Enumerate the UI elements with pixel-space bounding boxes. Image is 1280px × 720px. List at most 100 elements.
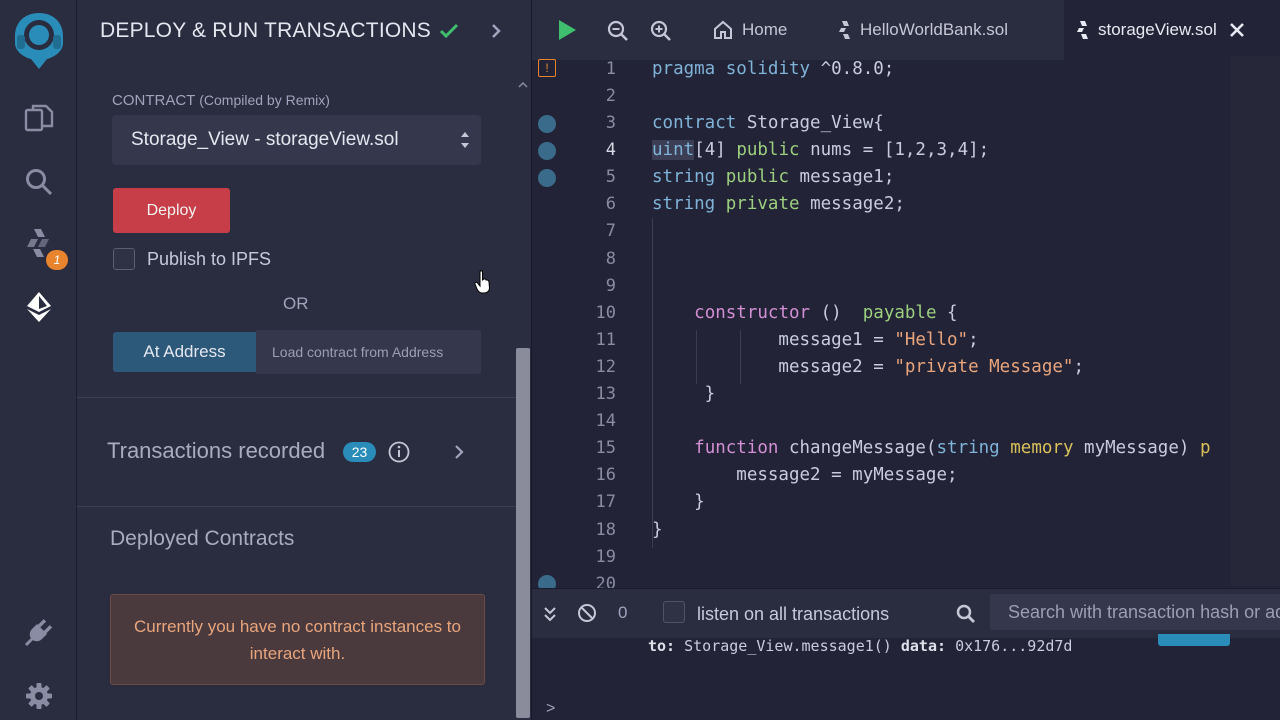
line-number: 16 [595, 465, 616, 485]
check-icon [439, 23, 459, 39]
line-number: 6 [605, 194, 616, 214]
line-number: 1 [605, 59, 616, 79]
contract-select[interactable]: Storage_View - storageView.sol [112, 115, 481, 165]
transactions-recorded-label[interactable]: Transactions recorded [107, 438, 325, 464]
code-line[interactable]: contract Storage_View{ [652, 113, 884, 133]
code-token: myMessage) [1084, 438, 1200, 458]
at-address-button[interactable]: At Address [113, 332, 256, 372]
code-token: } [652, 492, 705, 512]
code-token: p [1199, 438, 1211, 458]
deploy-button[interactable]: Deploy [113, 188, 230, 233]
publish-ipfs-checkbox[interactable] [113, 248, 135, 270]
chevron-right-icon[interactable] [453, 444, 465, 460]
collapse-terminal-icon[interactable] [543, 605, 557, 623]
minimap[interactable] [1231, 56, 1280, 586]
line-number: 2 [605, 86, 616, 106]
code-token: solidity [725, 59, 821, 79]
line-number: 13 [595, 384, 616, 404]
code-token: string [652, 194, 726, 214]
select-arrows-icon [461, 132, 469, 148]
deploy-run-panel: DEPLOY & RUN TRANSACTIONS CONTRACT (Comp… [77, 0, 531, 720]
code-line[interactable]: message2 = "private Message"; [652, 357, 1084, 377]
code-line[interactable]: message1 = "Hello"; [652, 330, 979, 350]
line-number: 19 [595, 547, 616, 567]
code-token: message1 = [652, 330, 895, 350]
code-token: string [652, 167, 726, 187]
contract-select-value: Storage_View - storageView.sol [131, 129, 399, 150]
code-token: "private Message" [894, 357, 1074, 377]
info-icon[interactable] [388, 441, 410, 463]
terminal-log-line[interactable]: to: Storage_View.message1() data: 0x176.… [648, 637, 1072, 655]
breakpoint-marker[interactable] [538, 115, 556, 133]
code-line[interactable]: function changeMessage(string memory myM… [652, 438, 1210, 458]
panel-scroll-thumb[interactable] [516, 348, 530, 718]
code-token: nums = [1,2,3,4]; [810, 140, 990, 160]
line-number: 7 [605, 221, 616, 241]
terminal-prompt[interactable]: > [546, 700, 555, 718]
code-token: ; [968, 330, 979, 350]
address-input[interactable] [256, 330, 481, 374]
remix-logo-icon[interactable] [0, 8, 77, 72]
line-number: 9 [605, 276, 616, 296]
code-line[interactable]: pragma solidity ^0.8.0; [652, 59, 894, 79]
line-number: 15 [595, 438, 616, 458]
code-line[interactable]: } [652, 520, 663, 540]
pending-tx-count: 0 [618, 603, 628, 622]
code-token: } [652, 384, 716, 404]
code-line[interactable]: } [652, 492, 705, 512]
line-number: 14 [595, 411, 616, 431]
home-icon [714, 20, 732, 39]
code-line[interactable]: string public message1; [652, 167, 894, 187]
solidity-file-icon [1077, 21, 1088, 39]
code-token: function [694, 438, 789, 458]
zoom-out-icon[interactable] [607, 20, 629, 42]
scroll-up-icon[interactable] [516, 79, 530, 91]
code-line[interactable]: } [652, 384, 716, 404]
chevron-right-icon[interactable] [490, 22, 502, 40]
or-separator: OR [283, 294, 309, 313]
settings-icon[interactable] [0, 678, 77, 714]
tab-hello-world-bank[interactable]: HelloWorldBank.sol [826, 0, 1020, 60]
line-number: 4 [605, 140, 616, 160]
code-token: Storage_View{ [746, 113, 884, 133]
listen-all-checkbox[interactable] [663, 601, 685, 623]
code-token: message2 = myMessage; [652, 465, 958, 485]
log-expand-tab[interactable] [1158, 634, 1230, 646]
line-number: 18 [595, 520, 616, 540]
code-token: changeMessage( [788, 438, 937, 458]
line-number: 12 [595, 357, 616, 377]
icon-rail: 1 [0, 0, 77, 720]
tab-bar: Home HelloWorldBank.sol storageView.sol [532, 0, 1280, 60]
code-line[interactable]: uint[4] public nums = [1,2,3,4]; [652, 140, 989, 160]
zoom-in-icon[interactable] [650, 20, 672, 42]
run-script-icon[interactable] [556, 18, 578, 42]
code-token: public [736, 140, 811, 160]
publish-ipfs-label: Publish to IPFS [147, 249, 272, 269]
tab-storage-view[interactable]: storageView.sol [1064, 0, 1280, 60]
deploy-run-icon[interactable] [0, 288, 77, 326]
code-token: contract [652, 113, 747, 133]
line-number: 10 [595, 303, 616, 323]
close-icon[interactable] [1229, 22, 1245, 38]
code-token: message2 = [652, 357, 895, 377]
file-explorer-icon[interactable] [0, 100, 77, 136]
breakpoint-marker[interactable] [538, 169, 556, 187]
breakpoint-marker[interactable] [538, 142, 556, 160]
code-line[interactable]: message2 = myMessage; [652, 465, 958, 485]
line-number: 20 [595, 574, 616, 588]
line-number: 3 [605, 113, 616, 133]
code-line[interactable]: constructor () payable { [652, 303, 957, 323]
warning-marker-icon[interactable]: ! [538, 59, 556, 77]
search-icon[interactable] [0, 164, 77, 200]
terminal-search-input[interactable] [990, 594, 1280, 630]
plugin-manager-icon[interactable] [0, 614, 77, 650]
listen-all-label: listen on all transactions [697, 604, 890, 624]
clear-console-icon[interactable] [577, 603, 597, 623]
tab-home[interactable]: Home [700, 0, 799, 60]
editor-area: Home HelloWorldBank.sol storageView.sol … [531, 0, 1280, 720]
code-line[interactable]: string private message2; [652, 194, 905, 214]
code-token: () [820, 303, 863, 323]
contract-label: CONTRACT (Compiled by Remix) [112, 92, 330, 109]
code-token: string [936, 438, 1011, 458]
